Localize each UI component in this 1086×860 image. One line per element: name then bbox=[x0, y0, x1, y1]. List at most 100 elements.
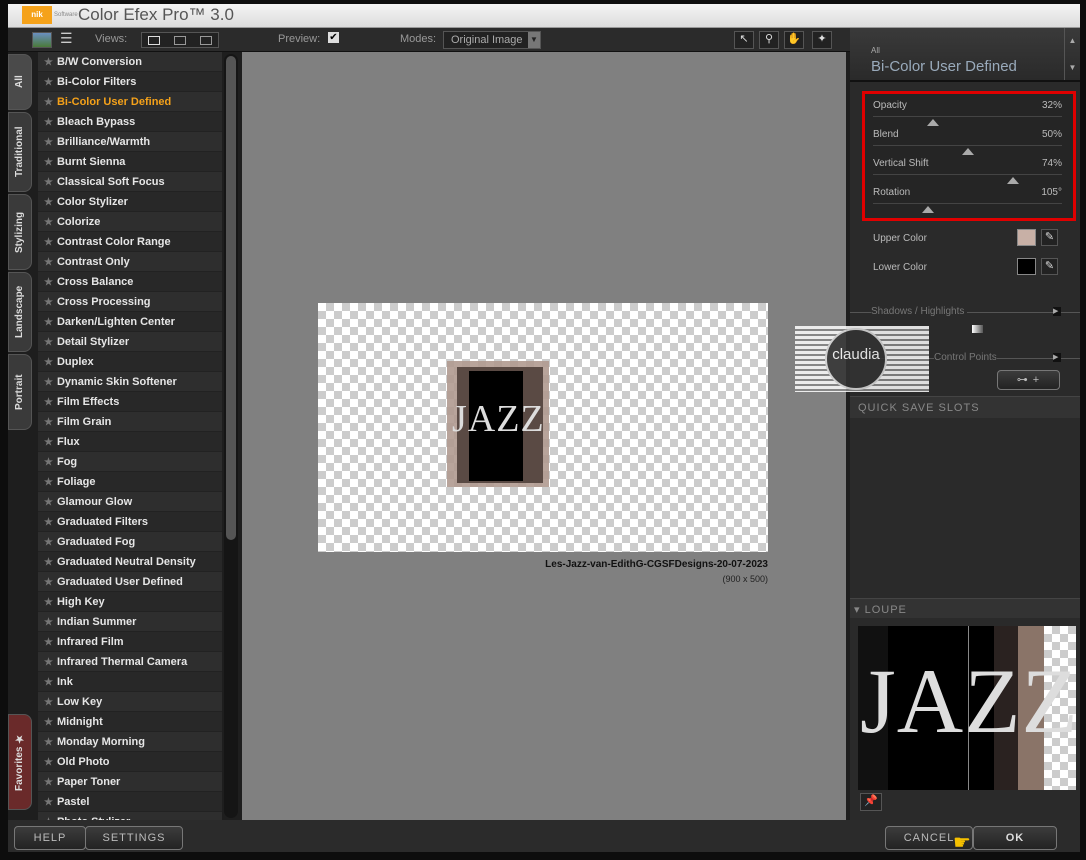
settings-button[interactable]: SETTINGS bbox=[85, 826, 183, 850]
star-icon[interactable]: ★ bbox=[44, 357, 53, 368]
filter-item[interactable]: ★ Midnight bbox=[38, 712, 222, 732]
filter-item[interactable]: ★ Dynamic Skin Softener bbox=[38, 372, 222, 392]
tab-all[interactable]: All bbox=[8, 54, 32, 110]
split-view-icon[interactable] bbox=[174, 36, 186, 45]
star-icon[interactable]: ★ bbox=[44, 597, 53, 608]
star-icon[interactable]: ★ bbox=[44, 257, 53, 268]
star-icon[interactable]: ★ bbox=[44, 557, 53, 568]
help-button[interactable]: HELP bbox=[14, 826, 86, 850]
star-icon[interactable]: ★ bbox=[44, 157, 53, 168]
loupe-header[interactable]: ▾ LOUPE bbox=[850, 598, 1080, 618]
star-icon[interactable]: ★ bbox=[44, 417, 53, 428]
filter-item[interactable]: ★ Graduated User Defined bbox=[38, 572, 222, 592]
star-icon[interactable]: ★ bbox=[44, 437, 53, 448]
filter-item[interactable]: ★ Graduated Filters bbox=[38, 512, 222, 532]
chevron-down-icon[interactable]: ▼ bbox=[528, 32, 540, 48]
filter-item[interactable]: ★ Contrast Color Range bbox=[38, 232, 222, 252]
star-icon[interactable]: ★ bbox=[44, 337, 53, 348]
pin-icon[interactable]: 📌 bbox=[860, 793, 882, 811]
star-icon[interactable]: ★ bbox=[44, 657, 53, 668]
filter-item[interactable]: ★ Paper Toner bbox=[38, 772, 222, 792]
star-icon[interactable]: ★ bbox=[44, 377, 53, 388]
filter-item[interactable]: ★ Brilliance/Warmth bbox=[38, 132, 222, 152]
star-icon[interactable]: ★ bbox=[44, 517, 53, 528]
expand-icon[interactable]: ▶ bbox=[1053, 307, 1061, 316]
star-icon[interactable]: ★ bbox=[44, 797, 53, 808]
filter-item[interactable]: ★ Burnt Sienna bbox=[38, 152, 222, 172]
views-selector[interactable] bbox=[141, 32, 219, 48]
filter-item[interactable]: ★ Cross Processing bbox=[38, 292, 222, 312]
filter-item[interactable]: ★ Darken/Lighten Center bbox=[38, 312, 222, 332]
star-icon[interactable]: ★ bbox=[44, 537, 53, 548]
star-icon[interactable]: ★ bbox=[44, 717, 53, 728]
star-icon[interactable]: ★ bbox=[44, 317, 53, 328]
preview-checkbox[interactable]: ✔ bbox=[328, 32, 339, 43]
filter-item[interactable]: ★Photo Stylizer bbox=[38, 812, 222, 820]
filter-nav-arrows[interactable]: ▲ ▼ bbox=[1064, 28, 1080, 80]
filter-item[interactable]: ★ Cross Balance bbox=[38, 272, 222, 292]
star-icon[interactable]: ★ bbox=[44, 97, 53, 108]
filter-item[interactable]: ★ Bleach Bypass bbox=[38, 112, 222, 132]
star-icon[interactable]: ★ bbox=[44, 217, 53, 228]
star-icon[interactable]: ★ bbox=[44, 497, 53, 508]
star-icon[interactable]: ★ bbox=[44, 697, 53, 708]
single-view-icon[interactable] bbox=[148, 36, 160, 45]
tab-portrait[interactable]: Portrait bbox=[8, 354, 32, 430]
filter-item[interactable]: ★ Color Stylizer bbox=[38, 192, 222, 212]
filter-item[interactable]: ★ Low Key bbox=[38, 692, 222, 712]
filter-item[interactable]: ★ Pastel bbox=[38, 792, 222, 812]
eyedropper-icon[interactable]: ✎ bbox=[1041, 258, 1058, 275]
tab-landscape[interactable]: Landscape bbox=[8, 272, 32, 352]
ok-button[interactable]: OK bbox=[973, 826, 1057, 850]
star-icon[interactable]: ★ bbox=[44, 457, 53, 468]
chevron-up-icon[interactable]: ▲ bbox=[1065, 36, 1080, 45]
filter-item[interactable]: ★ Glamour Glow bbox=[38, 492, 222, 512]
star-icon[interactable]: ★ bbox=[44, 137, 53, 148]
side-by-side-icon[interactable] bbox=[200, 36, 212, 45]
hand-tool-icon[interactable]: ✋ bbox=[784, 31, 804, 49]
slider-handle[interactable] bbox=[961, 148, 974, 155]
upper-color-swatch[interactable] bbox=[1017, 229, 1036, 246]
slider-track[interactable] bbox=[873, 116, 1062, 117]
star-icon[interactable]: ★ bbox=[44, 617, 53, 628]
filter-item[interactable]: ★ Colorize bbox=[38, 212, 222, 232]
star-icon[interactable]: ★ bbox=[44, 737, 53, 748]
tab-traditional[interactable]: Traditional bbox=[8, 112, 32, 192]
shadows-highlights-label[interactable]: Shadows / Highlights bbox=[871, 306, 968, 317]
slider-track[interactable] bbox=[873, 174, 1062, 175]
scrollbar-thumb[interactable] bbox=[226, 56, 236, 540]
zoom-tool-icon[interactable]: ⚲ bbox=[759, 31, 779, 49]
filter-item[interactable]: ★ Classical Soft Focus bbox=[38, 172, 222, 192]
star-icon[interactable]: ★ bbox=[44, 677, 53, 688]
slider-handle[interactable] bbox=[1006, 177, 1019, 184]
eyedropper-icon[interactable]: ✎ bbox=[1041, 229, 1058, 246]
chevron-down-icon[interactable]: ▼ bbox=[1065, 63, 1080, 72]
filter-item[interactable]: ★ Infrared Film bbox=[38, 632, 222, 652]
filter-item[interactable]: ★ Ink bbox=[38, 672, 222, 692]
star-icon[interactable]: ★ bbox=[44, 477, 53, 488]
filter-item[interactable]: ★ Detail Stylizer bbox=[38, 332, 222, 352]
star-icon[interactable]: ★ bbox=[44, 197, 53, 208]
filter-item[interactable]: ★ Bi-Color User Defined bbox=[38, 92, 222, 112]
control-points-label[interactable]: Control Points bbox=[934, 352, 997, 363]
filter-item[interactable]: ★ Monday Morning bbox=[38, 732, 222, 752]
tab-favorites[interactable]: Favorites ★ bbox=[8, 714, 32, 810]
lower-color-swatch[interactable] bbox=[1017, 258, 1036, 275]
filter-item[interactable]: ★ Indian Summer bbox=[38, 612, 222, 632]
star-icon[interactable]: ★ bbox=[44, 637, 53, 648]
slider-track[interactable] bbox=[873, 145, 1062, 146]
quick-save-header[interactable]: QUICK SAVE SLOTS bbox=[850, 396, 1080, 418]
filter-item[interactable]: ★ High Key bbox=[38, 592, 222, 612]
star-icon[interactable]: ★ bbox=[44, 757, 53, 768]
filter-item[interactable]: ★ Old Photo bbox=[38, 752, 222, 772]
expand-icon[interactable]: ▶ bbox=[1053, 353, 1061, 362]
tab-stylizing[interactable]: Stylizing bbox=[8, 194, 32, 270]
filter-item[interactable]: ★ Graduated Neutral Density bbox=[38, 552, 222, 572]
star-icon[interactable]: ★ bbox=[44, 57, 53, 68]
list-view-icon[interactable]: ☰ bbox=[60, 30, 73, 47]
modes-dropdown[interactable]: Original Image ▼ bbox=[443, 31, 541, 49]
filter-item[interactable]: ★ Film Effects bbox=[38, 392, 222, 412]
light-tool-icon[interactable]: ✦ bbox=[812, 31, 832, 49]
filter-item[interactable]: ★ Flux bbox=[38, 432, 222, 452]
filter-item[interactable]: ★ Graduated Fog bbox=[38, 532, 222, 552]
